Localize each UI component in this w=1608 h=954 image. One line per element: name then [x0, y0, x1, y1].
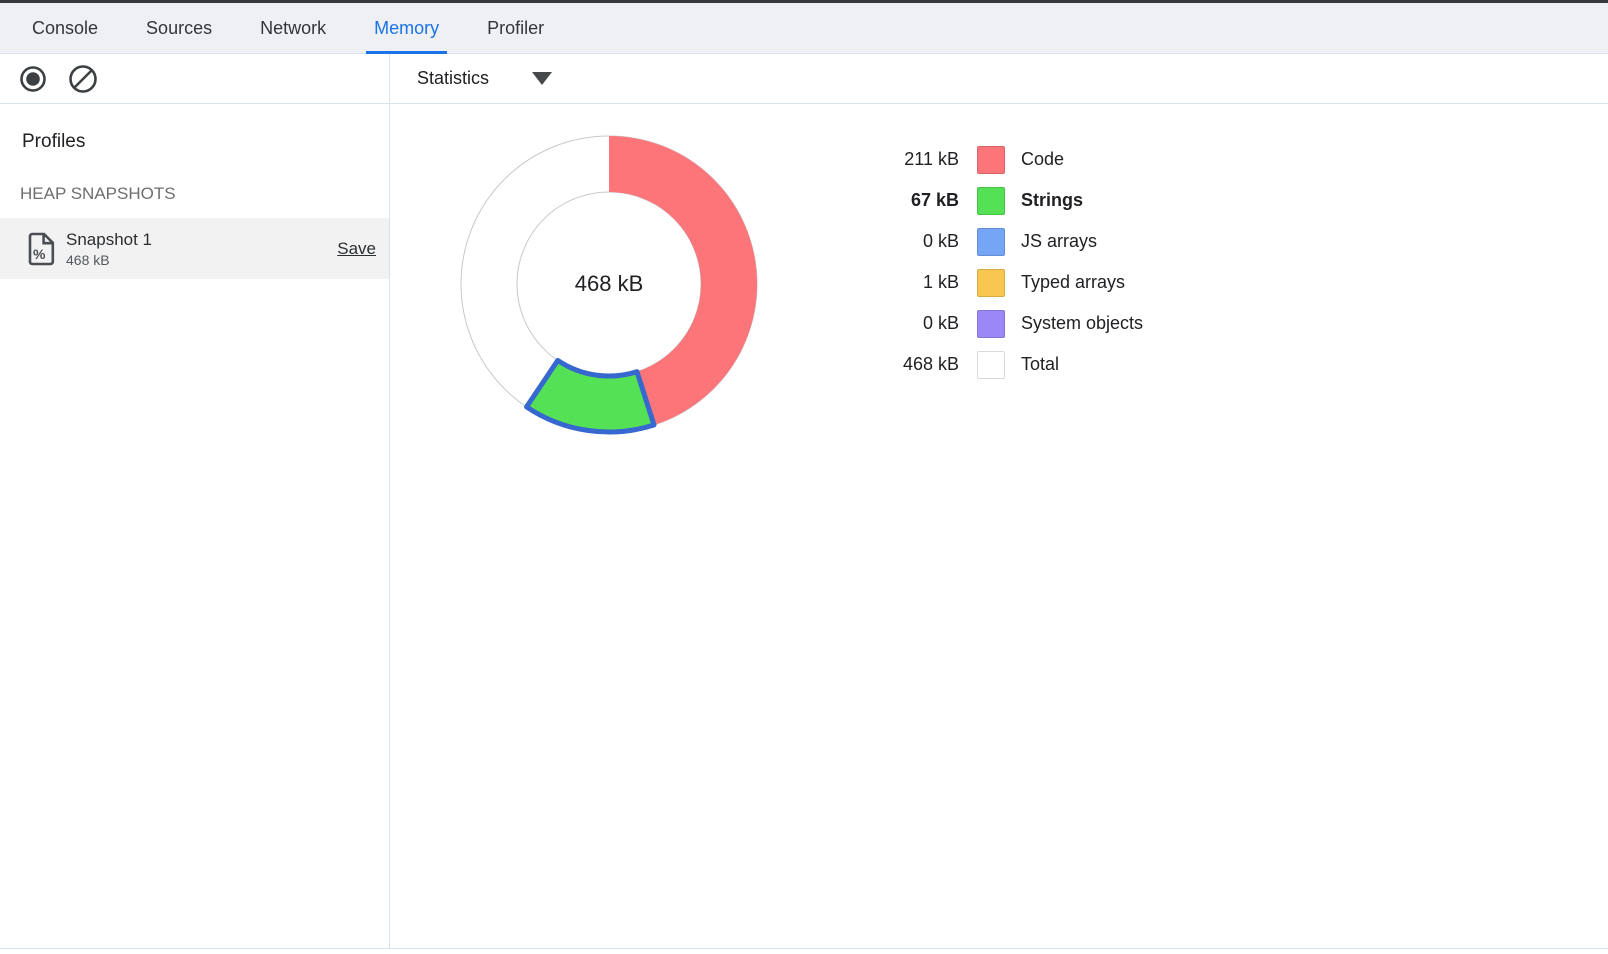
legend-swatch [977, 310, 1005, 338]
svg-text:%: % [33, 246, 46, 262]
donut-center-label: 468 kB [539, 270, 679, 298]
legend-row-typed-arrays[interactable]: 1 kB Typed arrays [849, 262, 1143, 303]
donut-slice-strings[interactable] [527, 360, 654, 432]
legend-label: Code [1021, 149, 1064, 170]
legend-value: 211 kB [849, 149, 959, 170]
panel-content: Profiles HEAP SNAPSHOTS % Snapshot 1 468… [0, 104, 1608, 948]
legend-value: 67 kB [849, 190, 959, 211]
legend-row-total[interactable]: 468 kB Total [849, 344, 1143, 385]
legend-row-system-objects[interactable]: 0 kB System objects [849, 303, 1143, 344]
sidebar-item-snapshot-1[interactable]: % Snapshot 1 468 kB Save [0, 218, 389, 279]
legend-row-js-arrays[interactable]: 0 kB JS arrays [849, 221, 1143, 262]
chart-legend: 211 kB Code 67 kB Strings 0 kB JS arrays… [849, 139, 1143, 385]
tab-network[interactable]: Network [236, 3, 350, 53]
legend-row-strings[interactable]: 67 kB Strings [849, 180, 1143, 221]
clear-profiles-button[interactable] [68, 64, 98, 94]
heap-snapshots-section-heading: HEAP SNAPSHOTS [20, 184, 389, 204]
legend-swatch [977, 351, 1005, 379]
save-snapshot-link[interactable]: Save [337, 239, 376, 259]
legend-swatch [977, 228, 1005, 256]
legend-label: JS arrays [1021, 231, 1097, 252]
panel-bottom-divider [0, 948, 1608, 949]
legend-value: 0 kB [849, 313, 959, 334]
legend-label: System objects [1021, 313, 1143, 334]
snapshot-title: Snapshot 1 [66, 230, 152, 250]
tab-memory[interactable]: Memory [350, 3, 463, 53]
panel-toolbar: Statistics [0, 54, 1608, 104]
legend-row-code[interactable]: 211 kB Code [849, 139, 1143, 180]
toolbar-left [0, 54, 390, 103]
legend-label: Total [1021, 354, 1059, 375]
chevron-down-icon [532, 72, 552, 85]
record-icon [19, 65, 47, 93]
legend-label: Strings [1021, 190, 1083, 211]
heap-snapshot-icon: % [28, 232, 55, 266]
perspective-select-value: Statistics [417, 68, 489, 89]
clear-icon [68, 64, 98, 94]
record-heap-snapshot-button[interactable] [18, 64, 48, 94]
legend-label: Typed arrays [1021, 272, 1125, 293]
snapshot-size: 468 kB [66, 252, 152, 268]
profiles-sidebar: Profiles HEAP SNAPSHOTS % Snapshot 1 468… [0, 104, 390, 948]
tab-console[interactable]: Console [8, 3, 122, 53]
legend-swatch [977, 146, 1005, 174]
perspective-select[interactable]: Statistics [417, 68, 552, 89]
toolbar-right: Statistics [390, 54, 1608, 103]
legend-swatch [977, 187, 1005, 215]
tab-sources[interactable]: Sources [122, 3, 236, 53]
statistics-view: 468 kB 211 kB Code 67 kB Strings 0 kB JS… [390, 104, 1608, 948]
tab-bar: ConsoleSourcesNetworkMemoryProfiler [0, 3, 1608, 54]
legend-value: 0 kB [849, 231, 959, 252]
legend-value: 468 kB [849, 354, 959, 375]
tab-profiler[interactable]: Profiler [463, 3, 568, 53]
legend-swatch [977, 269, 1005, 297]
profiles-heading: Profiles [22, 131, 389, 153]
snapshot-text: Snapshot 1 468 kB [66, 230, 152, 268]
legend-value: 1 kB [849, 272, 959, 293]
